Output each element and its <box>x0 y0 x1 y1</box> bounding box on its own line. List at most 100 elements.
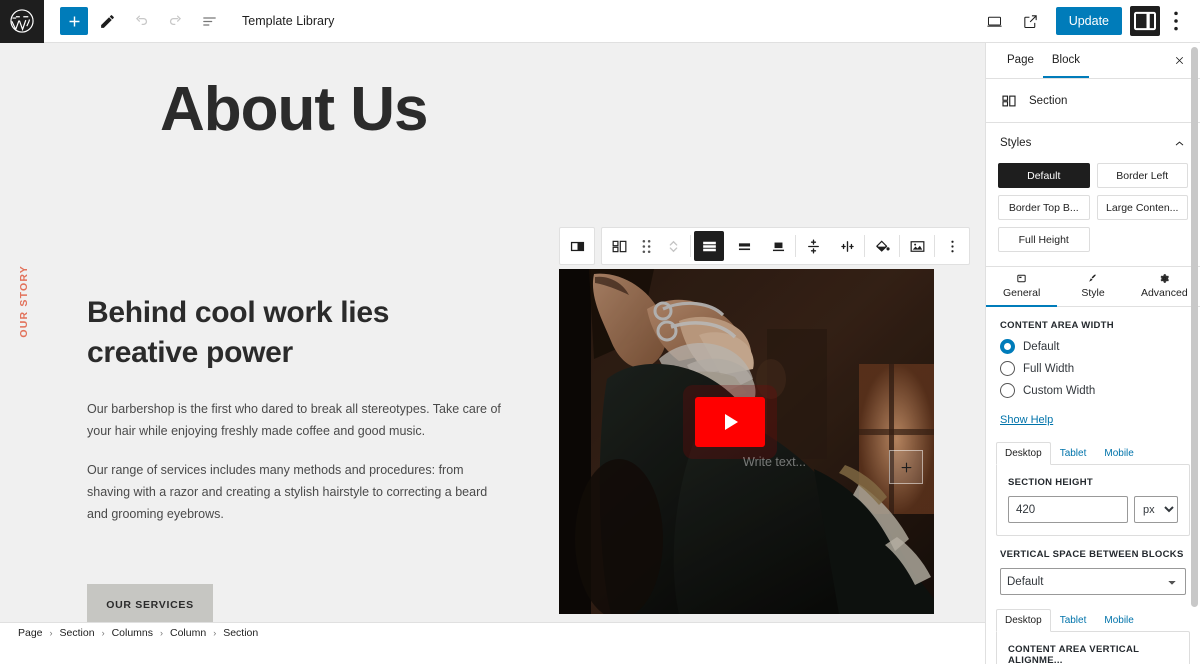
radio-full-width-label: Full Width <box>1023 362 1075 375</box>
radio-custom-width-indicator <box>1000 383 1015 398</box>
align-center-icon <box>772 242 784 251</box>
brush-icon <box>1089 274 1097 282</box>
show-help-link[interactable]: Show Help <box>1000 414 1053 426</box>
style-option-default[interactable]: Default <box>998 163 1090 188</box>
styles-panel-header[interactable]: Styles <box>986 123 1200 163</box>
device-tab-mobile-2[interactable]: Mobile <box>1095 609 1142 632</box>
vertical-spacing-icon <box>807 238 819 254</box>
tab-page[interactable]: Page <box>998 43 1043 78</box>
breadcrumb-item[interactable]: Columns <box>112 627 153 639</box>
block-type-icon[interactable] <box>560 228 594 264</box>
style-option-large-content[interactable]: Large Conten... <box>1096 195 1188 220</box>
style-option-border-left[interactable]: Border Left <box>1096 163 1188 188</box>
tab-advanced[interactable]: Advanced <box>1129 267 1200 307</box>
plus-icon <box>901 462 911 472</box>
list-view-button[interactable] <box>194 6 224 36</box>
device-tab-mobile[interactable]: Mobile <box>1095 442 1142 465</box>
block-styles-grid: Default Border Left Border Top B... Larg… <box>986 163 1200 266</box>
align-center-button[interactable] <box>761 228 795 264</box>
block-more-options-button[interactable] <box>935 228 969 264</box>
device-tab-desktop[interactable]: Desktop <box>996 442 1051 465</box>
device-tab-tablet-2[interactable]: Tablet <box>1051 609 1096 632</box>
close-sidebar-button[interactable] <box>1173 43 1188 78</box>
external-link-icon <box>1024 14 1037 28</box>
style-option-full-height[interactable]: Full Height <box>998 227 1090 252</box>
radio-default-indicator <box>1000 339 1015 354</box>
radio-full-width[interactable]: Full Width <box>1000 361 1186 376</box>
align-full-icon <box>702 241 716 251</box>
paragraph-1[interactable]: Our barbershop is the first who dared to… <box>87 398 507 443</box>
drag-handle[interactable] <box>636 228 656 264</box>
breadcrumb-item[interactable]: Section <box>223 627 258 639</box>
tab-block[interactable]: Block <box>1042 43 1089 78</box>
vertical-alignment-panel: CONTENT AREA VERTICAL ALIGNME... Middle <box>996 631 1190 664</box>
breadcrumb: Page › Section › Columns › Column › Sect… <box>0 622 985 643</box>
close-icon <box>1175 56 1184 65</box>
editor-options-button[interactable] <box>1162 4 1190 38</box>
background-color-button[interactable] <box>865 228 899 264</box>
paragraph-2[interactable]: Our range of services includes many meth… <box>87 459 507 526</box>
chevron-right-icon: › <box>101 628 105 638</box>
breadcrumb-item[interactable]: Column <box>170 627 206 639</box>
plus-icon <box>69 16 79 26</box>
tools-pencil-button[interactable] <box>92 6 122 36</box>
radio-full-width-indicator <box>1000 361 1015 376</box>
list-view-icon <box>202 16 216 26</box>
gear-icon <box>1160 274 1169 283</box>
device-tab-desktop-2[interactable]: Desktop <box>996 609 1051 632</box>
vertical-space-select[interactable]: Default <box>1000 568 1186 595</box>
chevron-right-icon: › <box>49 628 53 638</box>
sidebar-scrollbar[interactable] <box>1191 47 1198 607</box>
move-updown-button[interactable] <box>656 228 690 264</box>
more-vertical-icon <box>950 240 954 252</box>
media-block[interactable]: Write text... <box>559 269 934 614</box>
wordpress-logo-button[interactable] <box>0 0 44 43</box>
sidebar-tab-bar: Page Block <box>986 43 1200 79</box>
background-image-button[interactable] <box>900 228 934 264</box>
view-site-button[interactable] <box>1014 4 1048 38</box>
vertical-space-group: VERTICAL SPACE BETWEEN BLOCKS Default <box>986 536 1200 595</box>
preview-button[interactable] <box>978 4 1012 38</box>
add-block-button[interactable] <box>60 7 88 35</box>
barbershop-video-block[interactable]: Write text... <box>559 269 934 614</box>
radio-custom-width[interactable]: Custom Width <box>1000 383 1186 398</box>
our-services-button[interactable]: OUR SERVICES <box>87 584 213 626</box>
video-play-button[interactable] <box>695 397 765 447</box>
editor-canvas: About Us OUR STORY Behind cool work lies… <box>0 43 985 643</box>
horizontal-spacing-button[interactable] <box>830 228 864 264</box>
page-title[interactable]: About Us <box>160 74 429 145</box>
section-heading[interactable]: Behind cool work lies creative power <box>87 293 507 372</box>
selected-block-row: Section <box>986 79 1200 123</box>
align-full-button[interactable] <box>694 231 724 261</box>
style-option-border-top-bottom[interactable]: Border Top B... <box>998 195 1090 220</box>
tab-general-label: General <box>1002 287 1041 299</box>
device-tab-tablet[interactable]: Tablet <box>1051 442 1096 465</box>
radio-default[interactable]: Default <box>1000 339 1186 354</box>
section-blocks-icon <box>1002 95 1016 106</box>
update-button[interactable]: Update <box>1055 7 1122 35</box>
block-toolbar <box>559 227 970 265</box>
section-height-input[interactable] <box>1008 496 1128 523</box>
settings-sidebar-toggle[interactable] <box>1130 6 1160 36</box>
breadcrumb-item[interactable]: Page <box>18 627 43 639</box>
undo-button[interactable] <box>126 6 156 36</box>
vertical-spacing-button[interactable] <box>796 228 830 264</box>
document-title: Template Library <box>242 14 335 28</box>
radio-default-label: Default <box>1023 340 1060 353</box>
section-height-unit-select[interactable]: px <box>1134 496 1178 523</box>
parent-section-button[interactable] <box>602 228 636 264</box>
tab-general[interactable]: General <box>986 267 1058 307</box>
halftone-square-icon <box>570 241 584 251</box>
breadcrumb-item[interactable]: Section <box>60 627 95 639</box>
pencil-icon <box>100 14 114 28</box>
more-vertical-icon <box>1174 11 1178 31</box>
top-bar-right-tools: Update <box>978 4 1200 38</box>
tab-style[interactable]: Style <box>1057 267 1128 307</box>
inline-add-block-button[interactable] <box>889 450 923 484</box>
redo-button[interactable] <box>160 6 190 36</box>
write-text-placeholder[interactable]: Write text... <box>743 455 806 469</box>
left-text-column: Behind cool work lies creative power Our… <box>87 293 507 525</box>
chevron-right-icon: › <box>213 628 217 638</box>
align-wide-button[interactable] <box>727 228 761 264</box>
top-bar-left-tools <box>44 6 224 36</box>
